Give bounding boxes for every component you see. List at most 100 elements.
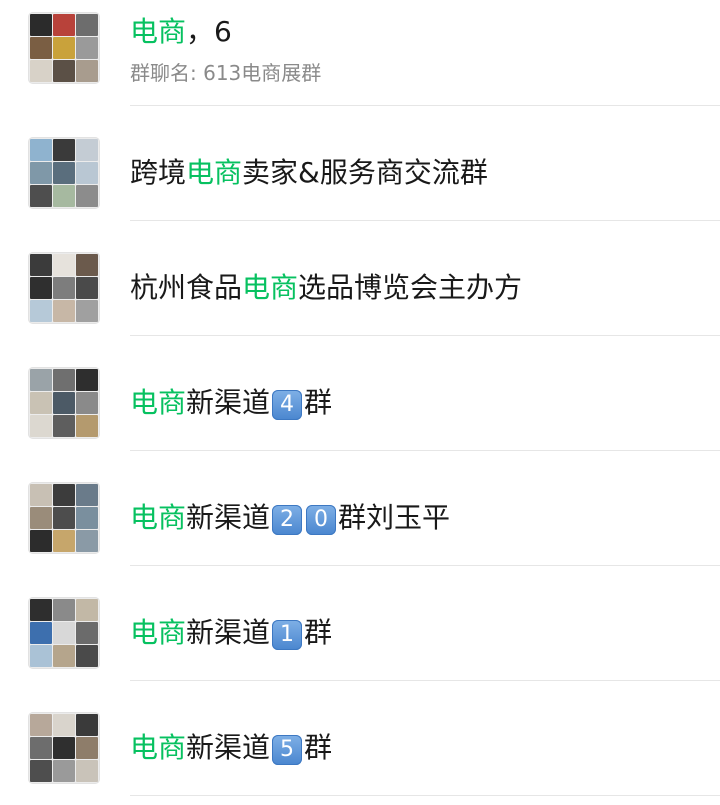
chat-title: 电商新渠道 4 群	[130, 385, 332, 421]
member-avatar-tile	[53, 277, 75, 299]
title-text: 卖家&服务商交流群	[242, 156, 488, 189]
title-text: ，6	[186, 15, 232, 48]
member-avatar-tile	[76, 760, 98, 782]
keycap-digit-icon: 2	[272, 505, 303, 535]
member-avatar-tile	[76, 392, 98, 414]
row-divider	[130, 105, 720, 106]
title-text: 新渠道	[186, 501, 271, 534]
member-avatar-tile	[76, 37, 98, 59]
member-avatar-tile	[76, 162, 98, 184]
row-divider	[130, 680, 720, 681]
group-avatar	[28, 367, 100, 439]
member-avatar-tile	[53, 645, 75, 667]
title-text: 群刘玉平	[338, 501, 451, 534]
group-name-subtitle: 群聊名: 613电商展群	[130, 61, 322, 85]
member-avatar-tile	[30, 737, 52, 759]
member-avatar-tile	[53, 530, 75, 552]
member-avatar-tile	[30, 369, 52, 391]
search-results-list: 电商，6 群聊名: 613电商展群 跨境电商卖家&服务商交流群 杭州食品电商选品博览会…	[0, 0, 720, 805]
keycap-digit-icon: 1	[272, 620, 303, 650]
member-avatar-tile	[76, 139, 98, 161]
member-avatar-tile	[30, 185, 52, 207]
member-avatar-tile	[53, 162, 75, 184]
member-avatar-tile	[30, 622, 52, 644]
member-avatar-tile	[30, 162, 52, 184]
member-avatar-tile	[30, 300, 52, 322]
member-avatar-tile	[76, 622, 98, 644]
keycap-digit-icon: 4	[272, 390, 303, 420]
chat-result-row[interactable]: 跨境电商卖家&服务商交流群	[0, 115, 720, 230]
chat-result-row[interactable]: 杭州食品电商选品博览会主办方	[0, 230, 720, 345]
row-divider	[130, 795, 720, 796]
row-divider	[130, 335, 720, 336]
member-avatar-tile	[53, 415, 75, 437]
member-avatar-tile	[30, 254, 52, 276]
member-avatar-tile	[53, 714, 75, 736]
member-avatar-tile	[76, 530, 98, 552]
matched-keyword: 电商	[130, 731, 187, 764]
member-avatar-tile	[53, 599, 75, 621]
member-avatar-tile	[76, 507, 98, 529]
title-text: 新渠道	[186, 386, 271, 419]
member-avatar-tile	[30, 645, 52, 667]
chat-title: 电商，6	[130, 14, 232, 50]
keycap-digit-icon: 5	[272, 735, 303, 765]
member-avatar-tile	[76, 277, 98, 299]
group-avatar	[28, 252, 100, 324]
member-avatar-tile	[76, 415, 98, 437]
chat-title: 电商新渠道 1 群	[130, 615, 332, 651]
member-avatar-tile	[76, 300, 98, 322]
chat-title: 电商新渠道 2 0 群刘玉平	[130, 500, 450, 536]
matched-keyword: 电商	[130, 501, 187, 534]
member-avatar-tile	[53, 300, 75, 322]
title-text: 新渠道	[186, 616, 271, 649]
chat-result-row[interactable]: 电商新渠道 1 群	[0, 575, 720, 690]
matched-keyword: 电商	[130, 616, 187, 649]
member-avatar-tile	[30, 507, 52, 529]
member-avatar-tile	[76, 484, 98, 506]
chat-title: 电商新渠道 5 群	[130, 730, 332, 766]
group-avatar	[28, 712, 100, 784]
chat-result-row[interactable]: 电商，6 群聊名: 613电商展群	[0, 0, 720, 115]
member-avatar-tile	[30, 277, 52, 299]
member-avatar-tile	[53, 484, 75, 506]
member-avatar-tile	[30, 760, 52, 782]
chat-result-row[interactable]: 电商新渠道 4 群	[0, 345, 720, 460]
member-avatar-tile	[30, 484, 52, 506]
chat-result-row[interactable]: 电商新渠道 5 群	[0, 690, 720, 805]
member-avatar-tile	[30, 139, 52, 161]
title-text: 群	[304, 386, 333, 419]
member-avatar-tile	[30, 37, 52, 59]
member-avatar-tile	[76, 645, 98, 667]
member-avatar-tile	[30, 415, 52, 437]
row-divider	[130, 220, 720, 221]
member-avatar-tile	[53, 14, 75, 36]
member-avatar-tile	[53, 760, 75, 782]
member-avatar-tile	[53, 622, 75, 644]
chat-title: 跨境电商卖家&服务商交流群	[130, 155, 488, 191]
title-text: 新渠道	[186, 731, 271, 764]
member-avatar-tile	[53, 139, 75, 161]
member-avatar-tile	[30, 392, 52, 414]
group-avatar	[28, 597, 100, 669]
row-divider	[130, 565, 720, 566]
matched-keyword: 电商	[130, 386, 187, 419]
title-text: 群	[304, 731, 333, 764]
matched-keyword: 电商	[186, 156, 243, 189]
member-avatar-tile	[76, 254, 98, 276]
row-divider	[130, 450, 720, 451]
title-text: 群	[304, 616, 333, 649]
chat-result-row[interactable]: 电商新渠道 2 0 群刘玉平	[0, 460, 720, 575]
member-avatar-tile	[53, 507, 75, 529]
member-avatar-tile	[30, 599, 52, 621]
group-avatar	[28, 12, 100, 84]
member-avatar-tile	[30, 60, 52, 82]
member-avatar-tile	[53, 254, 75, 276]
member-avatar-tile	[76, 185, 98, 207]
member-avatar-tile	[76, 737, 98, 759]
matched-keyword: 电商	[130, 15, 187, 48]
member-avatar-tile	[53, 60, 75, 82]
member-avatar-tile	[76, 369, 98, 391]
member-avatar-tile	[53, 37, 75, 59]
matched-keyword: 电商	[242, 271, 299, 304]
